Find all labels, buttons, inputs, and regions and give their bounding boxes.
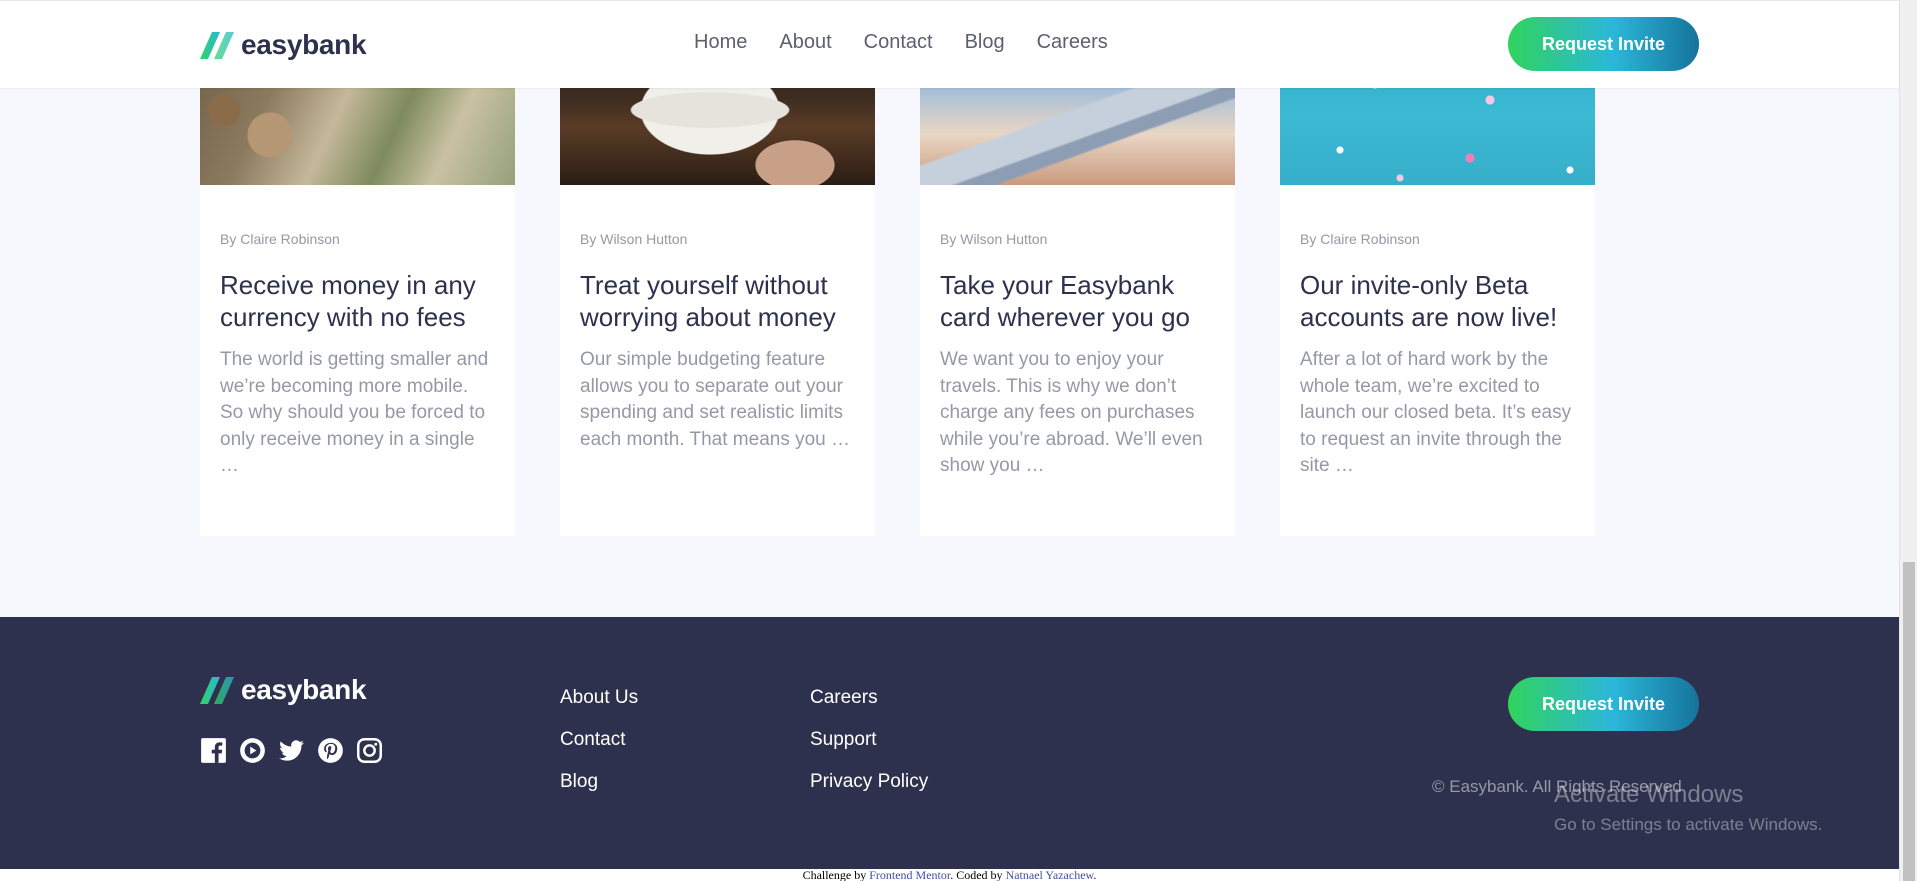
footer-link-blog[interactable]: Blog — [560, 771, 638, 793]
footer-link-about-us[interactable]: About Us — [560, 687, 638, 709]
footer-logo[interactable]: easybank — [200, 674, 367, 706]
article-card[interactable]: By Wilson Hutton Take your Easybank card… — [920, 40, 1235, 536]
article-card[interactable]: By Claire Robinson Our invite-only Beta … — [1280, 40, 1595, 536]
nav-about[interactable]: About — [779, 31, 831, 54]
brand-name: easybank — [241, 29, 367, 60]
article-excerpt: Our simple budgeting feature allows you … — [580, 349, 851, 450]
nav-careers[interactable]: Careers — [1037, 31, 1108, 54]
article-author: By Wilson Hutton — [940, 231, 1048, 247]
article-title[interactable]: Receive money in any currency with no fe… — [220, 269, 495, 333]
footer-request-invite-button[interactable]: Request Invite — [1508, 677, 1699, 731]
scrollbar-thumb[interactable] — [1903, 562, 1915, 881]
article-card[interactable]: By Wilson Hutton Treat yourself without … — [560, 40, 875, 536]
footer-link-contact[interactable]: Contact — [560, 729, 638, 751]
header-request-invite-button[interactable]: Request Invite — [1508, 17, 1699, 71]
logo-mark-icon — [200, 31, 234, 59]
site-footer: easybank About Us Contact Blog Careers S… — [0, 617, 1899, 869]
youtube-icon[interactable] — [239, 737, 266, 764]
author-link[interactable]: Natnael Yazachew — [1006, 868, 1094, 881]
nav-home[interactable]: Home — [694, 31, 747, 54]
article-author: By Claire Robinson — [220, 231, 340, 247]
footer-link-privacy-policy[interactable]: Privacy Policy — [810, 771, 928, 793]
watermark-title: Activate Windows — [1554, 781, 1744, 808]
article-excerpt: We want you to enjoy your travels. This … — [940, 349, 1203, 476]
footer-link-careers[interactable]: Careers — [810, 687, 928, 709]
article-excerpt: The world is getting smaller and we’re b… — [220, 349, 489, 476]
logo-mark-icon — [200, 676, 234, 704]
watermark-subtitle: Go to Settings to activate Windows. — [1554, 815, 1823, 834]
page-scrollbar[interactable] — [1899, 0, 1917, 881]
attribution-prefix: Challenge by — [802, 868, 870, 881]
footer-links-primary: About Us Contact Blog — [560, 687, 638, 813]
article-title[interactable]: Take your Easybank card wherever you go — [940, 269, 1215, 333]
nav-blog[interactable]: Blog — [965, 31, 1005, 54]
site-header: easybank Home About Contact Blog Careers… — [0, 0, 1899, 88]
footer-link-support[interactable]: Support — [810, 729, 928, 751]
footer-links-secondary: Careers Support Privacy Policy — [810, 687, 928, 813]
pinterest-icon[interactable] — [317, 737, 344, 764]
header-logo[interactable]: easybank — [200, 29, 367, 61]
article-author: By Claire Robinson — [1300, 231, 1420, 247]
brand-name: easybank — [241, 674, 367, 705]
article-author: By Wilson Hutton — [580, 231, 688, 247]
attribution-suffix: . — [1093, 868, 1097, 881]
twitter-icon[interactable] — [278, 737, 305, 764]
social-links — [200, 737, 395, 764]
frontend-mentor-link[interactable]: Frontend Mentor — [869, 868, 950, 881]
article-title[interactable]: Our invite-only Beta accounts are now li… — [1300, 269, 1575, 333]
instagram-icon[interactable] — [356, 737, 383, 764]
article-card[interactable]: By Claire Robinson Receive money in any … — [200, 40, 515, 536]
attribution: Challenge by Frontend Mentor. Coded by N… — [0, 869, 1899, 881]
main-nav: Home About Contact Blog Careers — [694, 31, 1140, 54]
facebook-icon[interactable] — [200, 737, 227, 764]
article-title[interactable]: Treat yourself without worrying about mo… — [580, 269, 855, 333]
nav-contact[interactable]: Contact — [864, 31, 933, 54]
attribution-middle: . Coded by — [950, 868, 1006, 881]
article-excerpt: After a lot of hard work by the whole te… — [1300, 349, 1572, 476]
windows-activation-watermark: Activate Windows Go to Settings to activ… — [1554, 781, 1822, 835]
